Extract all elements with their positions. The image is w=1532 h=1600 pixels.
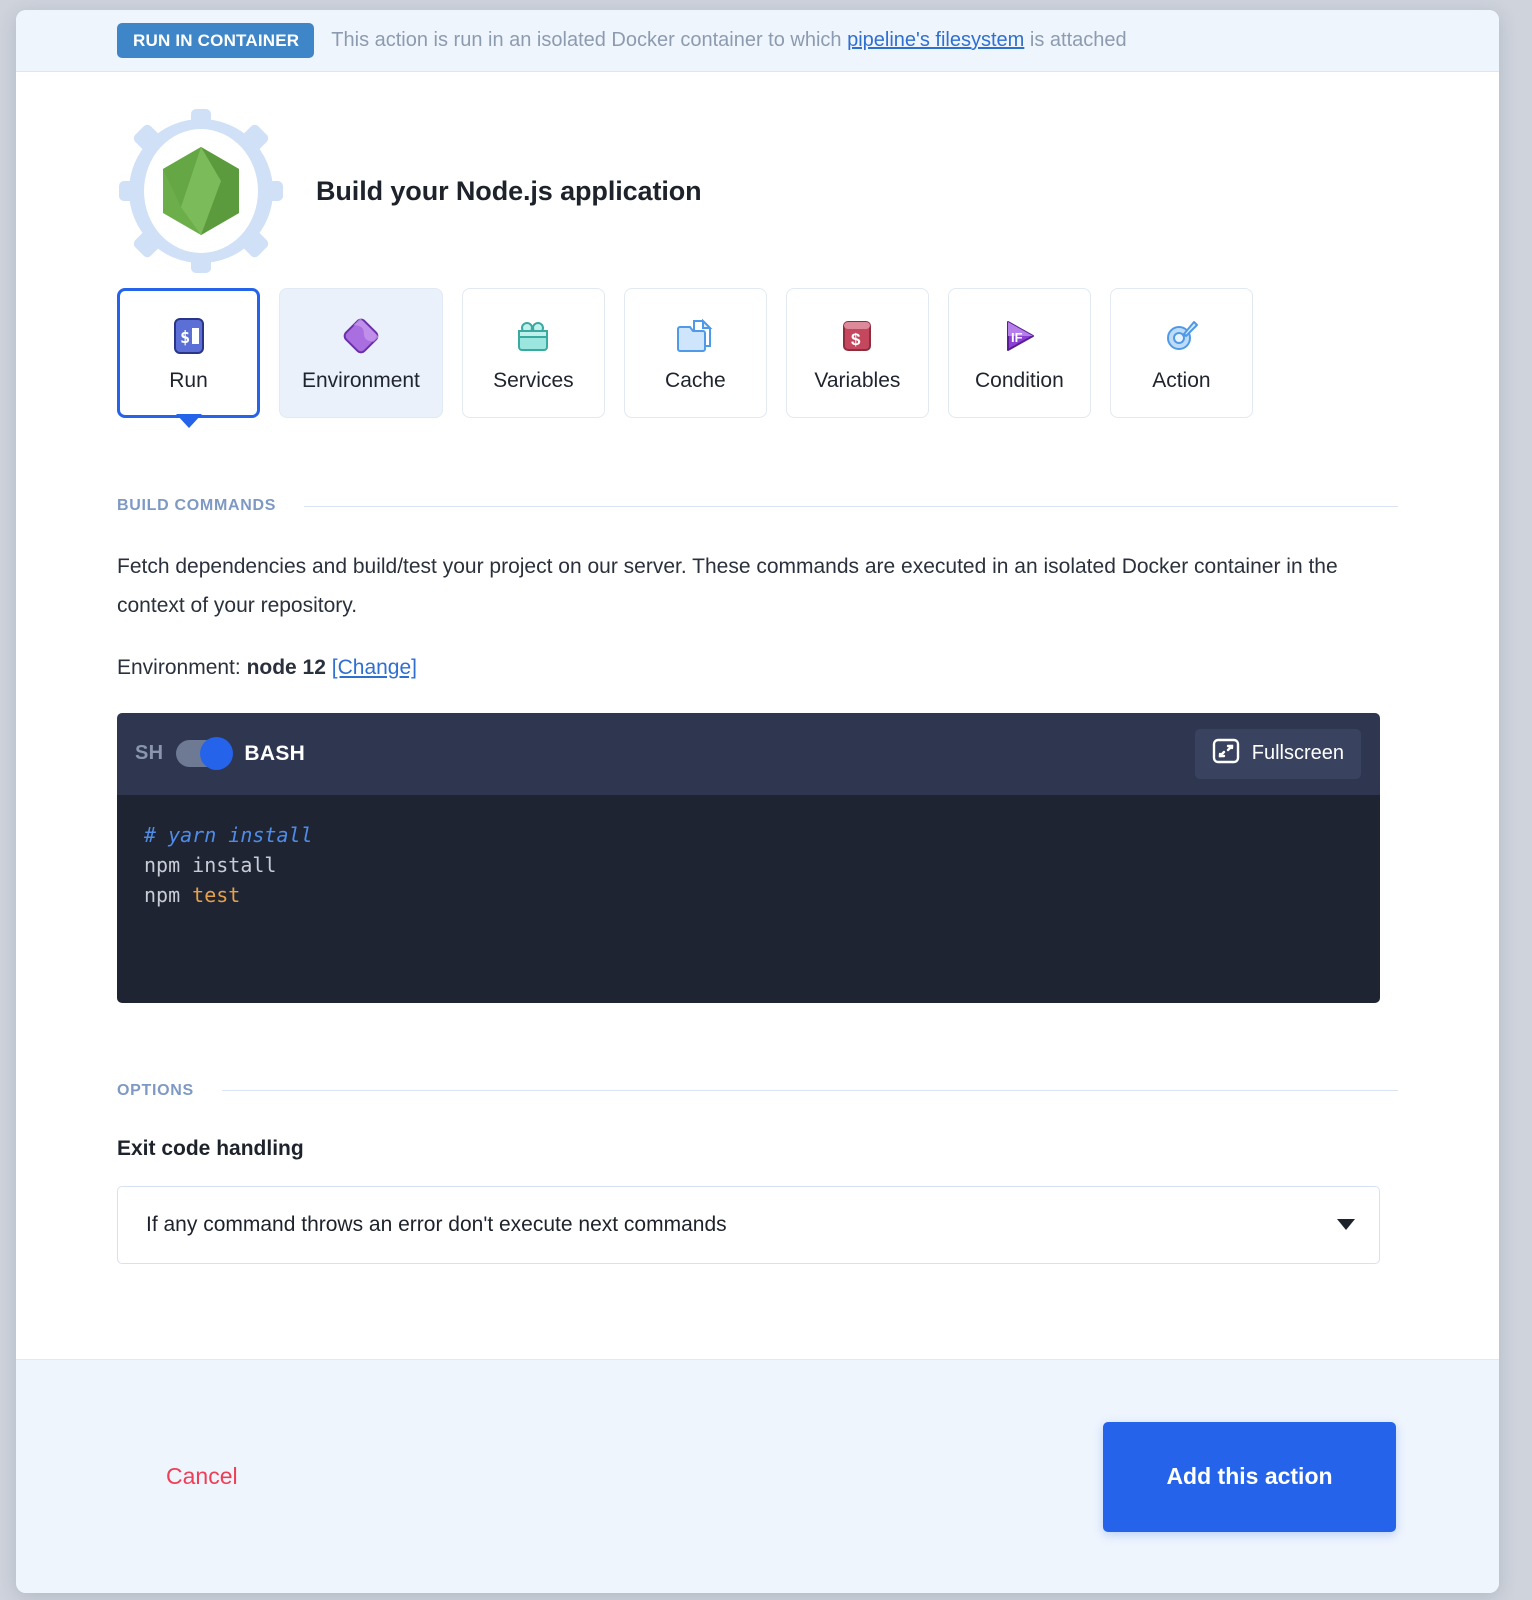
tab-cache[interactable]: Cache (623, 288, 767, 418)
shell-toggle[interactable] (176, 737, 234, 771)
svg-text:$: $ (851, 330, 861, 349)
tab-action-label: Action (1152, 369, 1211, 392)
tab-condition-label: Condition (975, 369, 1064, 392)
exit-code-handling-value: If any command throws an error don't exe… (146, 1212, 727, 1236)
code-line-test-arg: test (192, 883, 241, 908)
banner-text-before: This action is run in an isolated Docker… (331, 29, 848, 51)
command-editor: SH BASH Fullscreen # yarn install npm in… (117, 712, 1380, 1003)
tab-services-label: Services (493, 369, 574, 392)
code-line: npm install (144, 850, 1380, 880)
card-footer: Cancel Add this action (16, 1359, 1499, 1593)
code-line: # yarn install (144, 820, 1380, 850)
if-play-icon: IF (998, 313, 1040, 359)
section-divider (221, 1090, 1398, 1092)
add-this-action-button[interactable]: Add this action (1103, 1421, 1396, 1532)
tab-action[interactable]: Action (1109, 288, 1253, 418)
variables-card-icon: $ (837, 313, 877, 359)
tab-run-label: Run (169, 369, 208, 392)
run-in-container-banner: RUN IN CONTAINER This action is run in a… (16, 10, 1499, 72)
build-commands-description: Fetch dependencies and build/test your p… (117, 555, 1338, 617)
shell-sh-label: SH (135, 742, 164, 765)
section-divider (304, 505, 1398, 507)
fullscreen-expand-icon (1212, 738, 1240, 769)
build-commands-section-header: BUILD COMMANDS (117, 497, 1398, 515)
run-in-container-badge: RUN IN CONTAINER (117, 23, 315, 58)
code-line-npm: npm (144, 883, 193, 908)
page-title: Build your Node.js application (316, 175, 702, 206)
code-line-npm-install: npm install (144, 853, 277, 878)
action-tabs: $ Run Environment Services Cache $ Varia… (117, 288, 1398, 428)
banner-text-after: is attached (1024, 29, 1127, 51)
tab-services[interactable]: Services (461, 288, 605, 418)
chevron-down-icon (1337, 1219, 1355, 1231)
cache-files-icon (674, 313, 716, 359)
action-gear-icon (1160, 313, 1202, 359)
tab-condition[interactable]: IF Condition (947, 288, 1091, 418)
options-section-header: OPTIONS (117, 1082, 1398, 1100)
svg-text:$: $ (180, 328, 190, 348)
exit-code-handling-select[interactable]: If any command throws an error don't exe… (117, 1185, 1380, 1264)
environment-value: node 12 (246, 655, 326, 679)
fullscreen-label: Fullscreen (1251, 742, 1344, 765)
action-configuration-card: RUN IN CONTAINER This action is run in a… (16, 10, 1499, 1593)
environment-prefix: Environment: (117, 655, 247, 679)
tab-environment[interactable]: Environment (279, 288, 443, 418)
environment-line: Environment: node 12 [Change] (117, 656, 1398, 680)
tab-variables[interactable]: $ Variables (785, 288, 929, 418)
tab-variables-label: Variables (814, 369, 901, 392)
active-tab-arrow (175, 414, 202, 428)
tab-environment-label: Environment (302, 369, 420, 392)
exit-code-handling-label: Exit code handling (117, 1136, 304, 1160)
shell-bash-label: BASH (244, 741, 306, 765)
svg-text:IF: IF (1011, 330, 1023, 345)
page-background: RUN IN CONTAINER This action is run in a… (0, 0, 1532, 1600)
action-header: Build your Node.js application (117, 72, 1398, 288)
banner-description: This action is run in an isolated Docker… (331, 29, 1126, 52)
services-bag-icon (512, 313, 554, 359)
purple-diamond-icon (339, 313, 383, 359)
pipeline-filesystem-link[interactable]: pipeline's filesystem (847, 29, 1024, 51)
code-comment-text: # yarn install (144, 822, 313, 847)
shell-toggle-knob (200, 737, 234, 771)
editor-toolbar: SH BASH Fullscreen (117, 712, 1380, 795)
build-commands-label: BUILD COMMANDS (117, 497, 277, 514)
nodejs-hexagon-icon (117, 107, 285, 275)
tab-cache-label: Cache (665, 369, 726, 392)
code-line: npm test (144, 880, 1380, 910)
tab-run[interactable]: $ Run (117, 288, 260, 428)
code-area[interactable]: # yarn install npm install npm test (117, 794, 1380, 1003)
cancel-button[interactable]: Cancel (166, 1463, 238, 1490)
options-label: OPTIONS (117, 1081, 194, 1099)
environment-change-link[interactable]: [Change] (332, 656, 417, 679)
fullscreen-button[interactable]: Fullscreen (1194, 728, 1361, 779)
terminal-prompt-icon: $ (169, 313, 209, 359)
card-body: Build your Node.js application $ Run Env… (16, 72, 1499, 1359)
